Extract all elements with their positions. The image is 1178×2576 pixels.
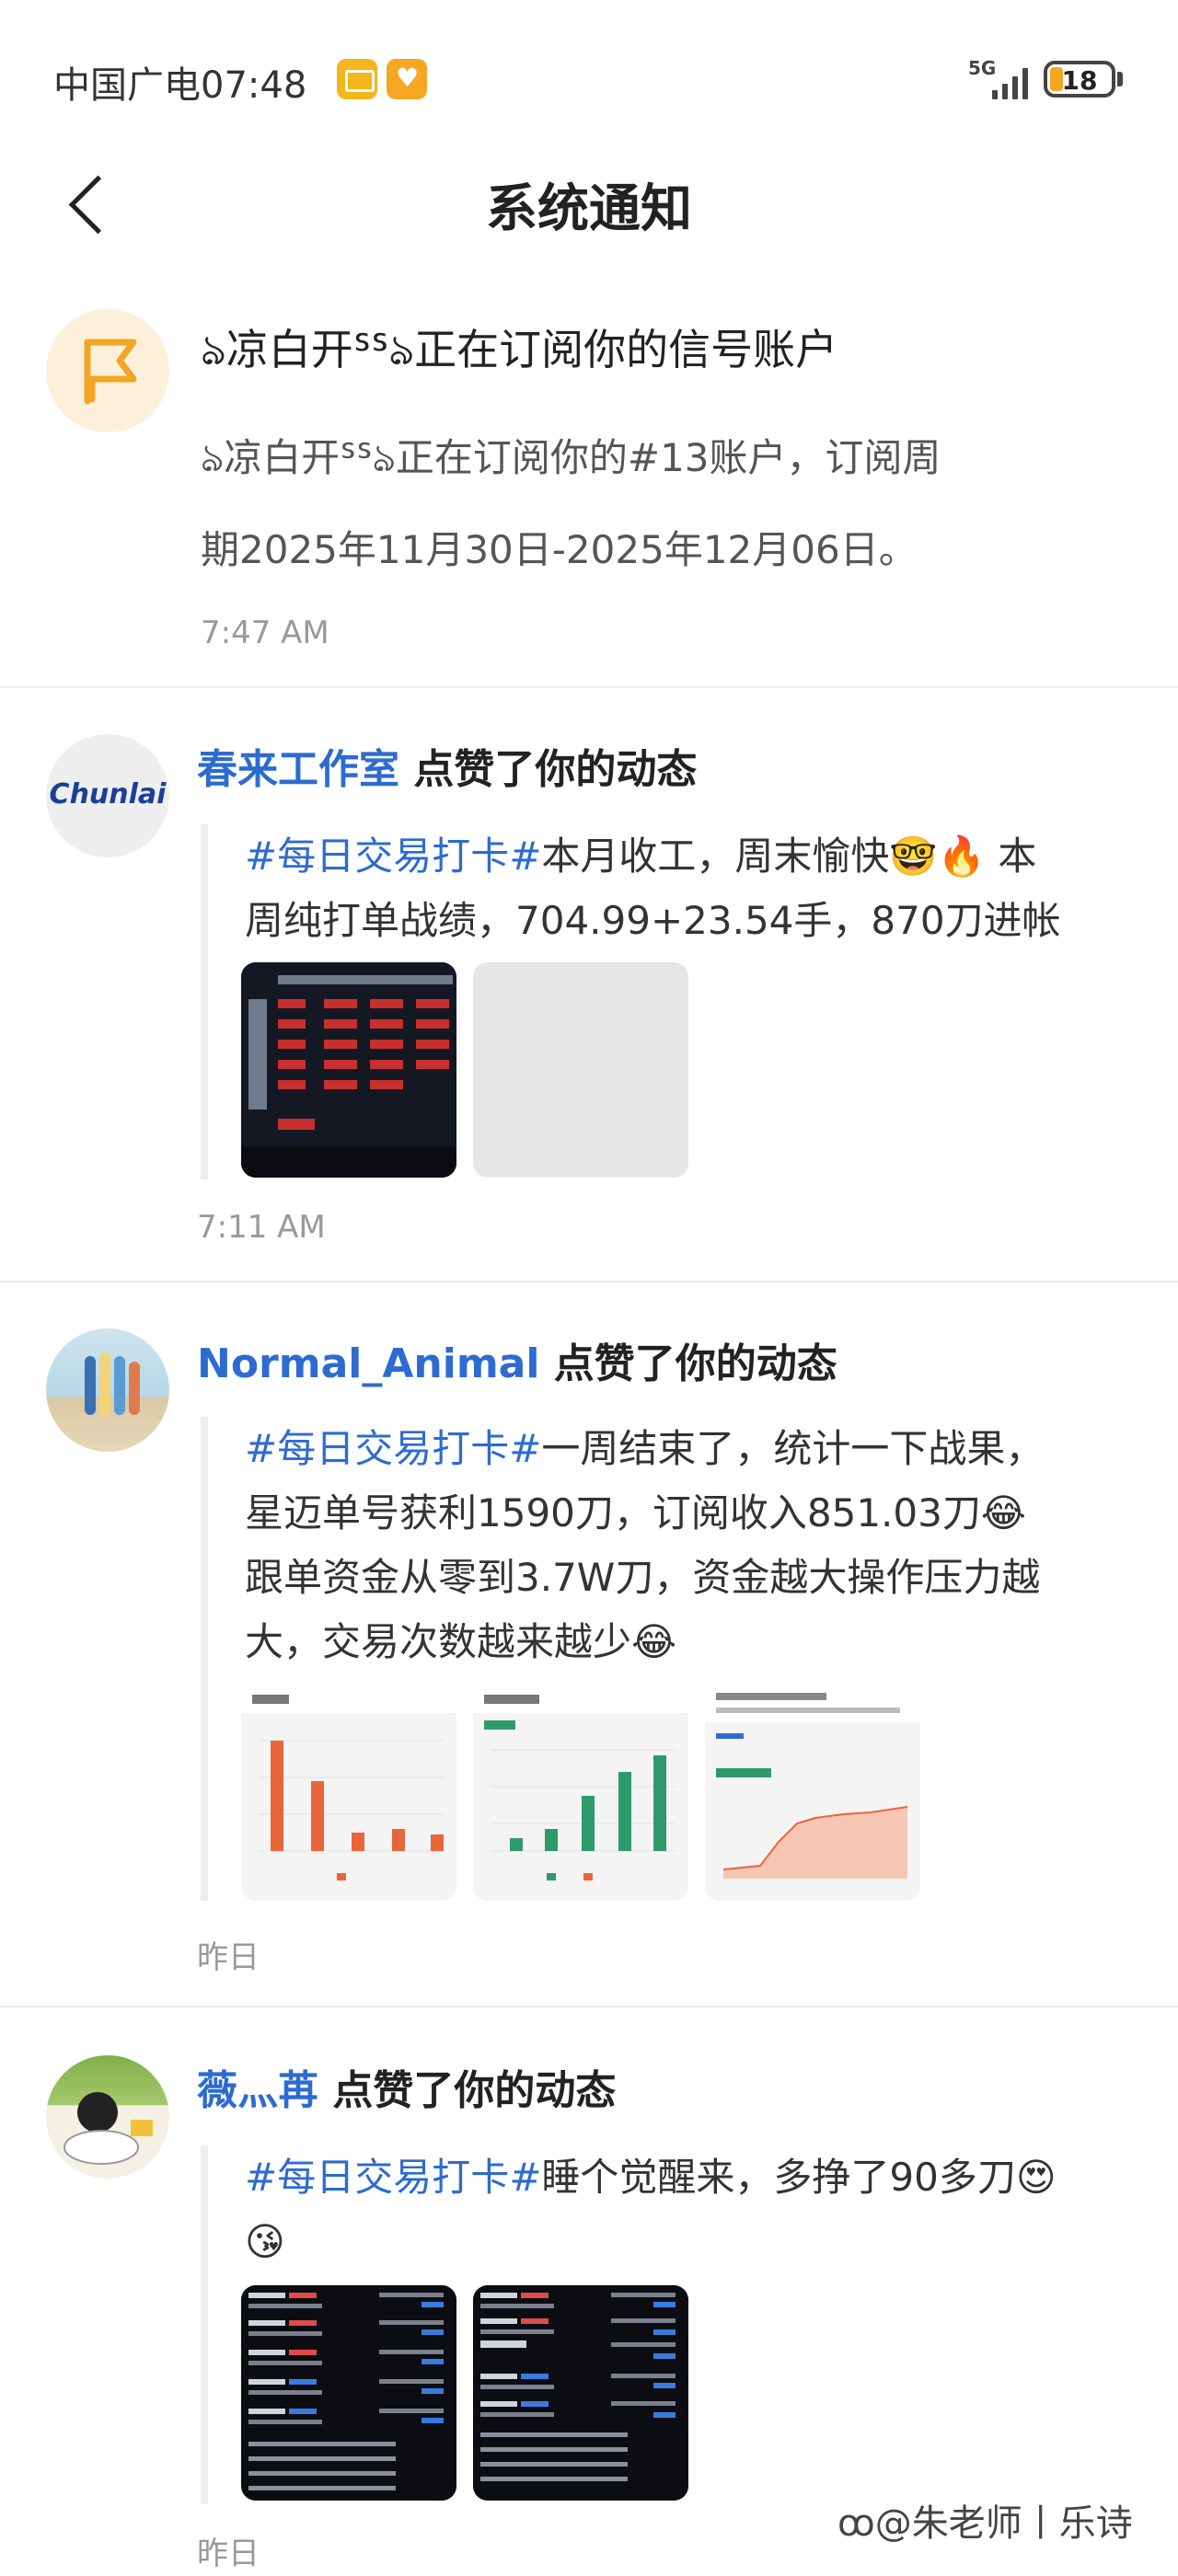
navigation-bar: 系统通知 xyxy=(0,156,1178,248)
avatar-logo-text: Chunlai xyxy=(49,778,167,811)
post-text-line1: #每日交易打卡#本月收工，周末愉快🤓🔥 本 xyxy=(245,834,1037,879)
hashtag-link[interactable]: #每日交易打卡# xyxy=(245,1426,541,1471)
post-image-trade-history-1[interactable] xyxy=(241,2285,456,2501)
post-image-orange-bar-chart[interactable] xyxy=(241,1685,456,1901)
quoted-post[interactable]: #每日交易打卡#睡个觉醒来，多挣了90多刀😍 😘 xyxy=(201,2145,1121,2504)
divider xyxy=(0,2006,1178,2007)
mail-notification-icon xyxy=(337,59,377,99)
like-action-text: 点赞了你的动态 xyxy=(413,746,698,793)
hashtag-link[interactable]: #每日交易打卡# xyxy=(245,2155,541,2200)
user-name-link[interactable]: 薇灬苒 xyxy=(197,2067,318,2114)
post-text-line2: 周纯打单战绩，704.99+23.54手，870刀进帐 xyxy=(245,898,1061,943)
divider xyxy=(0,686,1178,688)
flag-avatar-icon xyxy=(46,309,169,432)
battery-level: 18 xyxy=(1061,65,1098,96)
chunlai-avatar[interactable]: Chunlai xyxy=(46,734,169,857)
post-image-growth-area-chart[interactable] xyxy=(705,1685,920,1901)
heart-notification-icon xyxy=(387,59,427,99)
post-text-line2: 😘 xyxy=(245,2219,285,2264)
wei-ran-avatar[interactable] xyxy=(46,2055,169,2179)
like-notification-heading: Normal_Animal 点赞了你的动态 xyxy=(197,1330,837,1389)
quoted-post[interactable]: #每日交易打卡#本月收工，周末愉快🤓🔥 本 周纯打单战绩，704.99+23.5… xyxy=(201,824,1121,1179)
notification-body-line1: ঌ凉白开ᔆᔆঌ正在订阅你的#13账户，订阅周 xyxy=(201,435,941,480)
post-text-line1: #每日交易打卡#一周结束了，统计一下战果， xyxy=(245,1426,1045,1471)
page-title: 系统通知 xyxy=(486,179,692,239)
normal-animal-avatar[interactable] xyxy=(46,1328,169,1452)
like-notification-heading: 薇灬苒 点赞了你的动态 xyxy=(197,2057,616,2116)
post-text-line1: #每日交易打卡#睡个觉醒来，多挣了90多刀😍 xyxy=(245,2155,1057,2200)
post-image-placeholder[interactable] xyxy=(473,962,688,1178)
status-time: 07:48 xyxy=(201,64,307,107)
user-name-link[interactable]: 春来工作室 xyxy=(197,746,399,793)
user-name-link[interactable]: Normal_Animal xyxy=(197,1340,539,1387)
post-text-line3: 跟单资金从零到3.7W刀，资金越大操作压力越 xyxy=(245,1555,1041,1600)
post-text-line2: 星迈单号获利1590刀，订阅收入851.03刀😂 xyxy=(245,1490,1026,1535)
hashtag-link[interactable]: #每日交易打卡# xyxy=(245,834,541,879)
post-image-trade-history-2[interactable] xyxy=(473,2285,688,2501)
notification-time: 昨日 xyxy=(197,1939,260,1976)
post-image-trading-table[interactable] xyxy=(241,962,456,1178)
signal-icon: 5G xyxy=(968,57,1033,101)
like-action-text: 点赞了你的动态 xyxy=(332,2067,617,2114)
status-bar: 中国广电07:48 5G 18 xyxy=(0,0,1178,156)
notification-time: 昨日 xyxy=(197,2536,260,2572)
post-image-green-bar-chart[interactable] xyxy=(473,1685,688,1901)
watermark: ꝏ@朱老师丨乐诗 xyxy=(837,2502,1133,2545)
battery-icon: 18 xyxy=(1044,61,1115,98)
notification-title: ঌ凉白开ᔆᔆঌ正在订阅你的信号账户 xyxy=(201,325,838,374)
notification-body-line2: 期2025年11月30日-2025年12月06日。 xyxy=(201,527,918,572)
quoted-post[interactable]: #每日交易打卡#一周结束了，统计一下战果， 星迈单号获利1590刀，订阅收入85… xyxy=(201,1417,1121,1901)
post-text-line4: 大，交易次数越来越少😂 xyxy=(245,1619,677,1664)
status-carrier-time: 中国广电07:48 xyxy=(53,64,307,107)
notification-time: 7:47 AM xyxy=(201,615,329,651)
like-notification-heading: 春来工作室 点赞了你的动态 xyxy=(197,736,697,795)
notification-time: 7:11 AM xyxy=(197,1209,326,1246)
like-action-text: 点赞了你的动态 xyxy=(553,1340,837,1387)
divider xyxy=(0,1281,1178,1282)
